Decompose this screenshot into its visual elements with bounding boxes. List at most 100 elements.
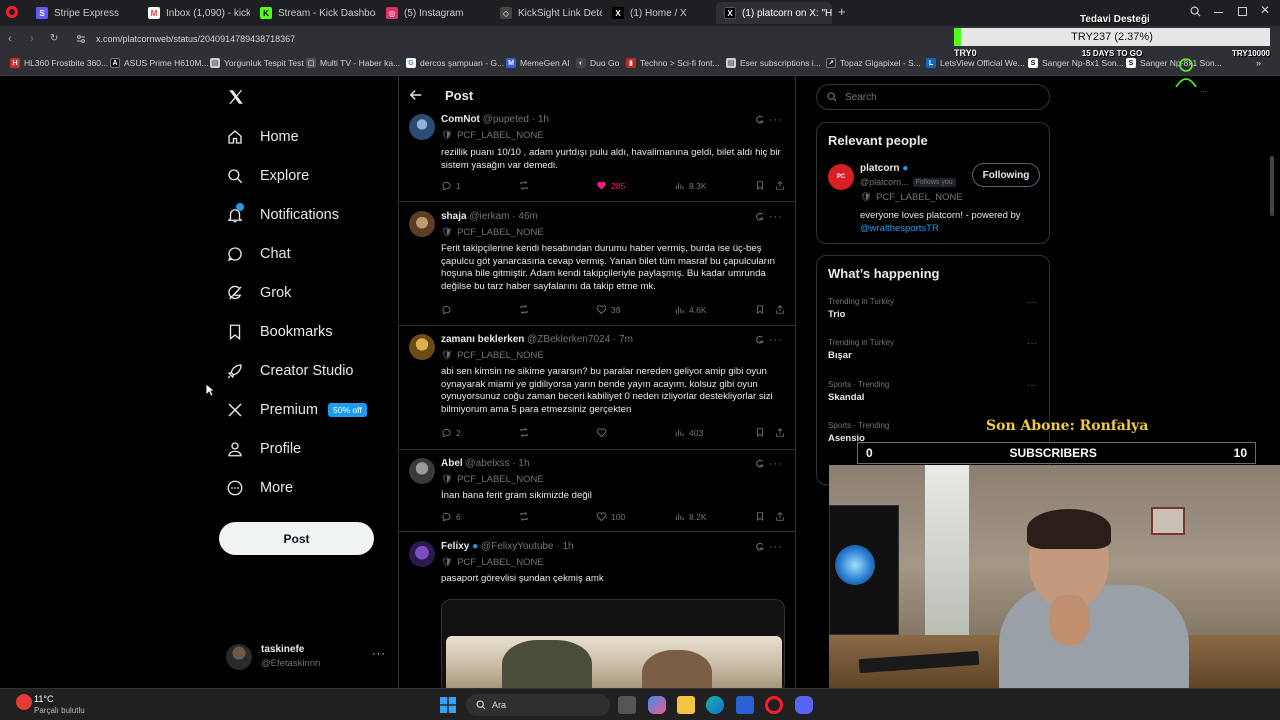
share-button[interactable]: [775, 180, 785, 191]
avatar[interactable]: [409, 458, 435, 484]
post-button[interactable]: Post: [219, 522, 374, 555]
retweet-button[interactable]: [518, 427, 530, 438]
retweet-button[interactable]: [518, 304, 530, 315]
nav-explore[interactable]: Explore: [226, 167, 309, 185]
nav-grok[interactable]: Grok: [226, 284, 291, 302]
tweet-more-icon[interactable]: ···: [769, 334, 783, 346]
opera-icon[interactable]: [765, 696, 783, 714]
tweet-author[interactable]: ComNot @pupeted · 1h: [441, 114, 549, 125]
nav-home[interactable]: Home: [226, 128, 299, 146]
like-button[interactable]: 285: [596, 180, 625, 191]
task-view-icon[interactable]: [618, 696, 636, 714]
trend-more-icon[interactable]: ···: [1027, 338, 1037, 349]
minimize-icon[interactable]: [1214, 12, 1223, 13]
retweet-button[interactable]: [518, 180, 530, 191]
site-info-icon[interactable]: [76, 34, 86, 44]
avatar[interactable]: [409, 114, 435, 140]
reply-button[interactable]: 6: [441, 511, 461, 522]
nav-chat[interactable]: Chat: [226, 245, 291, 263]
share-button[interactable]: [775, 511, 785, 522]
reply-tweet[interactable]: Felixy ● @FelixyYoutube · 1h ··· 🛡 PCF_LA…: [399, 541, 795, 688]
search-input[interactable]: Search: [816, 84, 1050, 110]
avatar[interactable]: [409, 334, 435, 360]
reload-icon[interactable]: ↻: [50, 33, 58, 44]
copilot-icon[interactable]: [648, 696, 666, 714]
tweet-more-icon[interactable]: ···: [769, 458, 783, 470]
reply-button[interactable]: 1: [441, 180, 461, 191]
bookmark-item[interactable]: Gdercos şampuan - G...: [406, 58, 504, 68]
share-button[interactable]: [775, 304, 785, 315]
tweet-media-image[interactable]: [441, 599, 785, 688]
like-button[interactable]: 38: [596, 304, 620, 315]
back-icon[interactable]: ‹: [8, 33, 12, 45]
views-button[interactable]: 4.6K: [674, 304, 707, 315]
trend-more-icon[interactable]: ···: [1027, 380, 1037, 391]
nav-creator-studio[interactable]: Creator Studio: [226, 362, 354, 380]
bookmark-item[interactable]: H HL360 Frostbite 360...: [10, 58, 108, 68]
reply-tweet[interactable]: ComNot @pupeted · 1h ··· 🛡 PCF_LABEL_NONE…: [399, 114, 795, 202]
tweet-more-icon[interactable]: ···: [769, 541, 783, 553]
account-switcher[interactable]: taskinefe @Efetaskinnn ···: [226, 642, 386, 676]
trend-more-icon[interactable]: ···: [1027, 297, 1037, 308]
grok-explain-icon[interactable]: [755, 459, 765, 469]
like-button[interactable]: [596, 427, 607, 438]
grok-explain-icon[interactable]: [755, 542, 765, 552]
bookmark-button[interactable]: [755, 180, 765, 191]
retweet-button[interactable]: [518, 511, 530, 522]
nav-more[interactable]: More: [226, 479, 293, 497]
views-button[interactable]: 8.3K: [674, 180, 707, 191]
reply-tweet[interactable]: shaja @ierkam · 46m ··· 🛡 PCF_LABEL_NONE …: [399, 211, 795, 326]
tweet-more-icon[interactable]: ···: [769, 211, 783, 223]
store-icon[interactable]: [736, 696, 754, 714]
tab-gmail[interactable]: M Inbox (1,090) - kickstaski...: [140, 2, 250, 24]
grok-explain-icon[interactable]: [755, 212, 765, 222]
grok-explain-icon[interactable]: [755, 335, 765, 345]
tab-x-home[interactable]: X (1) Home / X: [604, 2, 714, 24]
file-explorer-icon[interactable]: [677, 696, 695, 714]
bookmark-button[interactable]: [755, 511, 765, 522]
bookmark-item[interactable]: ▢ Multi TV - Haber ka...: [306, 58, 400, 68]
forward-icon[interactable]: ›: [30, 33, 34, 45]
taskbar-search[interactable]: Ara: [466, 694, 610, 716]
opera-logo-icon[interactable]: [6, 6, 18, 18]
reply-button[interactable]: 2: [441, 427, 461, 438]
bookmark-item[interactable]: ↗ Topaz Gigapixel - S...: [826, 58, 921, 68]
following-button[interactable]: Following: [972, 163, 1040, 187]
bookmark-item[interactable]: ◐ Duo Go: [576, 58, 619, 68]
bookmark-button[interactable]: [755, 427, 765, 438]
views-button[interactable]: 403: [674, 427, 703, 438]
reply-button[interactable]: [441, 304, 452, 315]
like-button[interactable]: 100: [596, 511, 625, 522]
bookmark-item[interactable]: ▮ Techno > Sci-fi font...: [626, 58, 720, 68]
tab-instagram[interactable]: ◎ (5) Instagram: [378, 2, 488, 24]
bookmark-item[interactable]: M MemeGen AI: [506, 58, 570, 68]
tweet-author[interactable]: Felixy ● @FelixyYoutube · 1h: [441, 541, 574, 552]
bookmark-item[interactable]: ▤ Yorgunluk Tespit Test: [210, 58, 304, 68]
account-more-icon[interactable]: ···: [372, 648, 386, 660]
views-button[interactable]: 8.2K: [674, 511, 707, 522]
tweet-author[interactable]: shaja @ierkam · 46m: [441, 211, 538, 222]
avatar[interactable]: PC: [828, 164, 854, 190]
tweet-author[interactable]: zamanı beklerken @ZBeklerken7024 · 7m: [441, 334, 633, 345]
tweet-author[interactable]: Abel @abelxss · 1h: [441, 458, 530, 469]
bookmark-item[interactable]: A ASUS Prime H610M...: [110, 58, 209, 68]
start-button[interactable]: [440, 697, 456, 713]
nav-premium[interactable]: Premium 50% off: [226, 401, 367, 419]
person-name[interactable]: platcorn ●: [860, 163, 908, 174]
url-field[interactable]: x.com/platcornweb/status/204091478943871…: [96, 34, 295, 44]
back-arrow-icon[interactable]: [409, 88, 423, 102]
discord-icon[interactable]: [795, 696, 813, 714]
grok-explain-icon[interactable]: [755, 115, 765, 125]
nav-bookmarks[interactable]: Bookmarks: [226, 323, 333, 341]
weather-icon[interactable]: [16, 694, 32, 710]
new-tab-button[interactable]: +: [838, 5, 850, 19]
nav-profile[interactable]: Profile: [226, 440, 301, 458]
tab-kicksight[interactable]: ◇ KickSight Link Detector: [492, 2, 602, 24]
reply-tweet[interactable]: Abel @abelxss · 1h ··· 🛡 PCF_LABEL_NONE İ…: [399, 458, 795, 532]
bookmark-item[interactable]: ▤ Eser subscriptions i...: [726, 58, 821, 68]
bio-link[interactable]: @wralthesportsTR: [860, 223, 939, 234]
bookmark-button[interactable]: [755, 304, 765, 315]
tab-stripe[interactable]: S Stripe Express: [28, 2, 136, 24]
weather-temp[interactable]: 11°C: [34, 694, 53, 704]
x-logo-icon[interactable]: [227, 88, 245, 106]
